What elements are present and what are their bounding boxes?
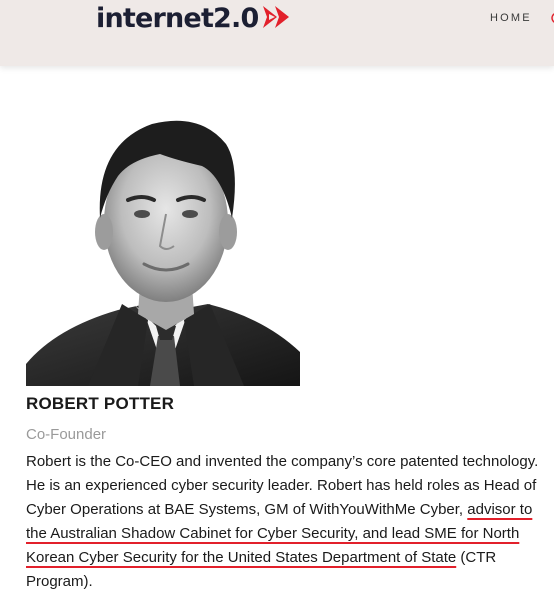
logo-arrows-icon	[263, 6, 290, 28]
site-header: internet2.0 HOME	[0, 0, 554, 66]
profile-photo	[26, 114, 300, 386]
nav-edge-icon	[551, 13, 554, 23]
nav-home-link[interactable]: HOME	[490, 12, 532, 24]
profile-name: ROBERT POTTER	[26, 394, 175, 413]
profile-role: Co-Founder	[26, 426, 107, 443]
nav-next-link-edge[interactable]	[548, 11, 554, 25]
bio-text: Robert is the Co-CEO and invented the co…	[26, 453, 539, 518]
logo-text: internet2.0	[96, 3, 259, 34]
profile-bio: Robert is the Co-CEO and invented the co…	[26, 450, 546, 594]
company-logo[interactable]: internet2.0	[96, 2, 293, 36]
